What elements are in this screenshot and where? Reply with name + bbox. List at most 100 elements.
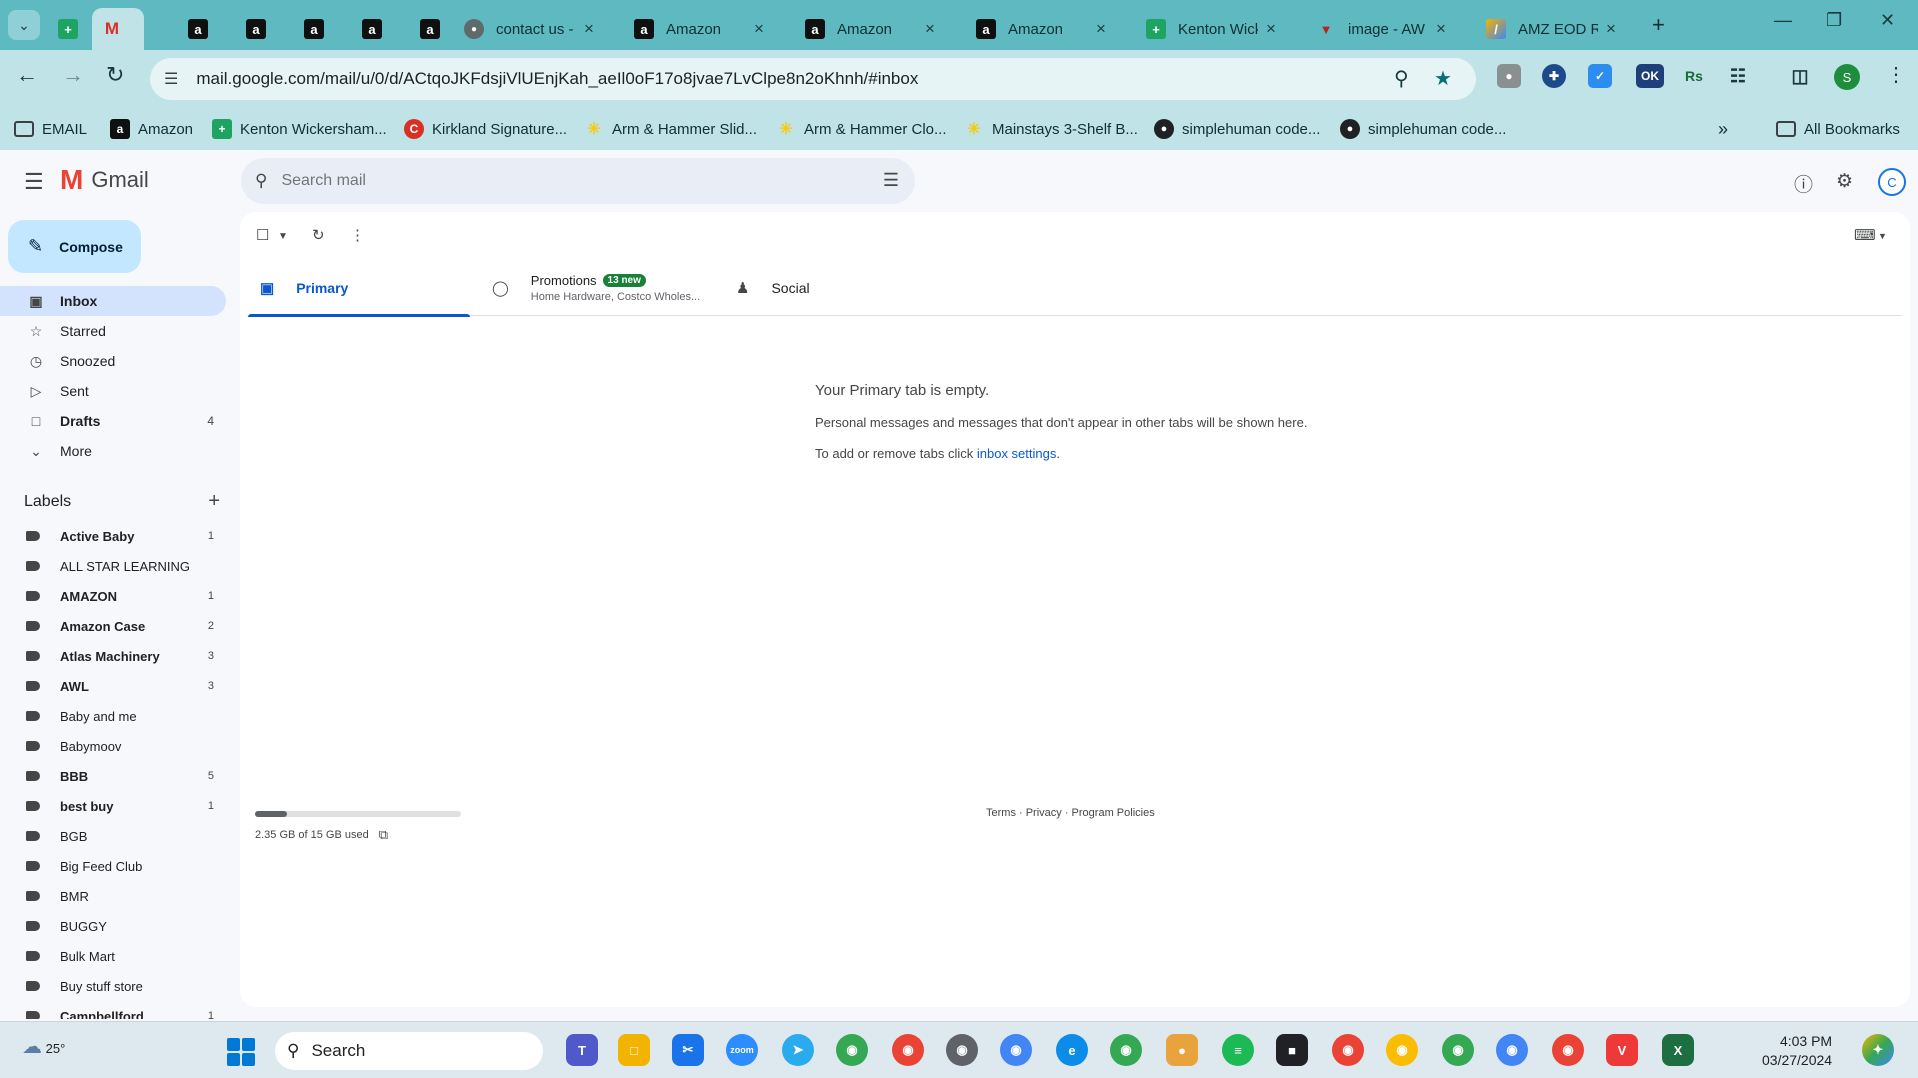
main-menu-icon[interactable]: ☰ <box>24 169 44 195</box>
chrome-icon[interactable]: ◉ <box>1110 1034 1142 1066</box>
search-options-icon[interactable]: ☰ <box>883 170 899 191</box>
settings-gear-icon[interactable]: ⚙ <box>1836 170 1853 193</box>
add-label-icon[interactable]: + <box>208 490 220 513</box>
close-icon[interactable]: × <box>1096 19 1106 39</box>
compose-button[interactable]: ✎ Compose <box>8 220 141 273</box>
footer-links[interactable]: Terms · Privacy · Program Policies <box>986 807 1155 819</box>
sticky-notes-icon[interactable]: ■ <box>1276 1034 1308 1066</box>
label-item[interactable]: Atlas Machinery 3 <box>0 641 226 671</box>
vivaldi-icon[interactable]: V <box>1606 1034 1638 1066</box>
select-checkbox-icon[interactable]: ☐ <box>256 226 269 244</box>
nav-item-drafts[interactable]: □ Drafts 4 <box>0 406 226 436</box>
extension-icon[interactable]: ✚ <box>1542 64 1566 88</box>
nav-item-more[interactable]: ⌄ More <box>0 436 226 466</box>
profile-avatar[interactable]: S <box>1834 64 1860 90</box>
chrome-icon[interactable]: ◉ <box>1000 1034 1032 1066</box>
inbox-settings-link[interactable]: inbox settings <box>977 446 1057 461</box>
close-icon[interactable]: × <box>1266 19 1276 39</box>
tab-primary[interactable]: ▣ Primary <box>248 260 470 317</box>
bookmark-item[interactable]: a Amazon <box>110 116 193 142</box>
chrome-icon[interactable]: ◉ <box>1552 1034 1584 1066</box>
bookmark-item[interactable]: C Kirkland Signature... <box>404 116 567 142</box>
browser-tab[interactable]: / AMZ EOD R × <box>1476 8 1626 50</box>
browser-tab[interactable]: a Amazon × <box>624 8 774 50</box>
copilot-icon[interactable]: ✦ <box>1862 1034 1894 1066</box>
chrome-icon[interactable]: ◉ <box>1332 1034 1364 1066</box>
zoom-icon[interactable]: zoom <box>726 1034 758 1066</box>
chrome-icon[interactable]: ◉ <box>1442 1034 1474 1066</box>
zoom-icon[interactable]: ⚲ <box>1394 66 1409 91</box>
browser-tab[interactable]: a <box>294 8 334 50</box>
chrome-icon[interactable]: ◉ <box>1496 1034 1528 1066</box>
bookmark-item[interactable]: + Kenton Wickersham... <box>212 116 387 142</box>
nav-item-inbox[interactable]: ▣ Inbox <box>0 286 226 316</box>
weather-widget[interactable]: ☁ 25° <box>22 1034 65 1059</box>
label-item[interactable]: BUGGY <box>0 911 226 941</box>
bookmark-item[interactable]: ✳ Arm & Hammer Clo... <box>776 116 946 142</box>
tab-promotions[interactable]: ◯ Promotions 13 new Home Hardware, Costc… <box>492 260 700 316</box>
browser-tab-gmail[interactable]: M <box>92 8 144 50</box>
nav-item-sent[interactable]: ▷ Sent <box>0 376 226 406</box>
extension-icon[interactable]: ● <box>1497 64 1521 88</box>
chrome-icon[interactable]: ◉ <box>836 1034 868 1066</box>
search-input[interactable] <box>281 172 842 190</box>
label-item[interactable]: AMAZON 1 <box>0 581 226 611</box>
bookmark-item[interactable]: ● simplehuman code... <box>1154 116 1320 142</box>
select-dropdown-icon[interactable]: ▼ <box>278 231 288 242</box>
keyboard-icon[interactable]: ⌨ <box>1854 226 1876 244</box>
label-item[interactable]: AWL 3 <box>0 671 226 701</box>
nav-item-snoozed[interactable]: ◷ Snoozed <box>0 346 226 376</box>
bookmark-item[interactable]: EMAIL <box>14 116 87 142</box>
chrome-icon[interactable]: ◉ <box>946 1034 978 1066</box>
windows-start-icon[interactable] <box>227 1038 255 1066</box>
label-item[interactable]: Amazon Case 2 <box>0 611 226 641</box>
new-tab-icon[interactable]: + <box>1652 12 1665 38</box>
all-bookmarks[interactable]: All Bookmarks <box>1776 116 1900 142</box>
bookmark-item[interactable]: ✳ Mainstays 3-Shelf B... <box>964 116 1138 142</box>
label-item[interactable]: Babymoov <box>0 731 226 761</box>
browser-tab[interactable]: ▼ image - AW × <box>1306 8 1456 50</box>
bookmark-item[interactable]: ✳ Arm & Hammer Slid... <box>584 116 757 142</box>
input-tools-dropdown-icon[interactable]: ▼ <box>1878 231 1887 241</box>
browser-tab[interactable]: a Amazon × <box>795 8 945 50</box>
browser-tab[interactable]: a <box>236 8 276 50</box>
side-panel-icon[interactable]: ◫ <box>1788 64 1812 88</box>
browser-tab[interactable]: a <box>178 8 218 50</box>
help-icon[interactable]: ⓘ <box>1794 170 1813 197</box>
close-window-icon[interactable]: ✕ <box>1880 10 1895 31</box>
file-explorer-icon[interactable]: □ <box>618 1034 650 1066</box>
label-item[interactable]: ALL STAR LEARNING <box>0 551 226 581</box>
menu-kebab-icon[interactable]: ⋮ <box>1886 62 1906 87</box>
gmail-logo[interactable]: M Gmail <box>60 166 149 194</box>
snipping-tool-icon[interactable]: ✂ <box>672 1034 704 1066</box>
app-icon[interactable]: ● <box>1166 1034 1198 1066</box>
more-bookmarks-icon[interactable]: » <box>1718 116 1728 142</box>
search-icon[interactable]: ⚲ <box>255 171 267 191</box>
browser-tab[interactable]: a <box>352 8 392 50</box>
restore-icon[interactable]: ❐ <box>1826 10 1842 31</box>
chrome-icon[interactable]: ◉ <box>892 1034 924 1066</box>
reload-icon[interactable]: ↻ <box>106 62 124 88</box>
minimize-icon[interactable]: — <box>1774 10 1792 31</box>
browser-tab[interactable]: + <box>48 8 88 50</box>
extension-icon[interactable]: ✓ <box>1588 64 1612 88</box>
close-icon[interactable]: × <box>754 19 764 39</box>
address-bar[interactable]: ☰ mail.google.com/mail/u/0/d/ACtqoJKFdsj… <box>150 58 1476 100</box>
browser-tab[interactable]: a Amazon × <box>966 8 1116 50</box>
close-icon[interactable]: × <box>1436 19 1446 39</box>
label-item[interactable]: Big Feed Club <box>0 851 226 881</box>
extensions-puzzle-icon[interactable]: ☷ <box>1726 64 1750 88</box>
label-item[interactable]: best buy 1 <box>0 791 226 821</box>
close-icon[interactable]: × <box>1606 19 1616 39</box>
telegram-icon[interactable]: ➤ <box>782 1034 814 1066</box>
extension-ok-icon[interactable]: OK <box>1636 64 1664 88</box>
back-icon[interactable]: ← <box>16 62 38 88</box>
taskbar-search[interactable]: ⚲ Search <box>275 1032 543 1070</box>
label-item[interactable]: Bulk Mart <box>0 941 226 971</box>
label-item[interactable]: BGB <box>0 821 226 851</box>
bookmark-item[interactable]: ● simplehuman code... <box>1340 116 1506 142</box>
label-item[interactable]: Baby and me <box>0 701 226 731</box>
account-avatar[interactable]: C <box>1878 168 1906 196</box>
tab-search-button[interactable]: ⌄ <box>8 10 40 40</box>
bookmark-star-icon[interactable]: ★ <box>1434 66 1452 91</box>
